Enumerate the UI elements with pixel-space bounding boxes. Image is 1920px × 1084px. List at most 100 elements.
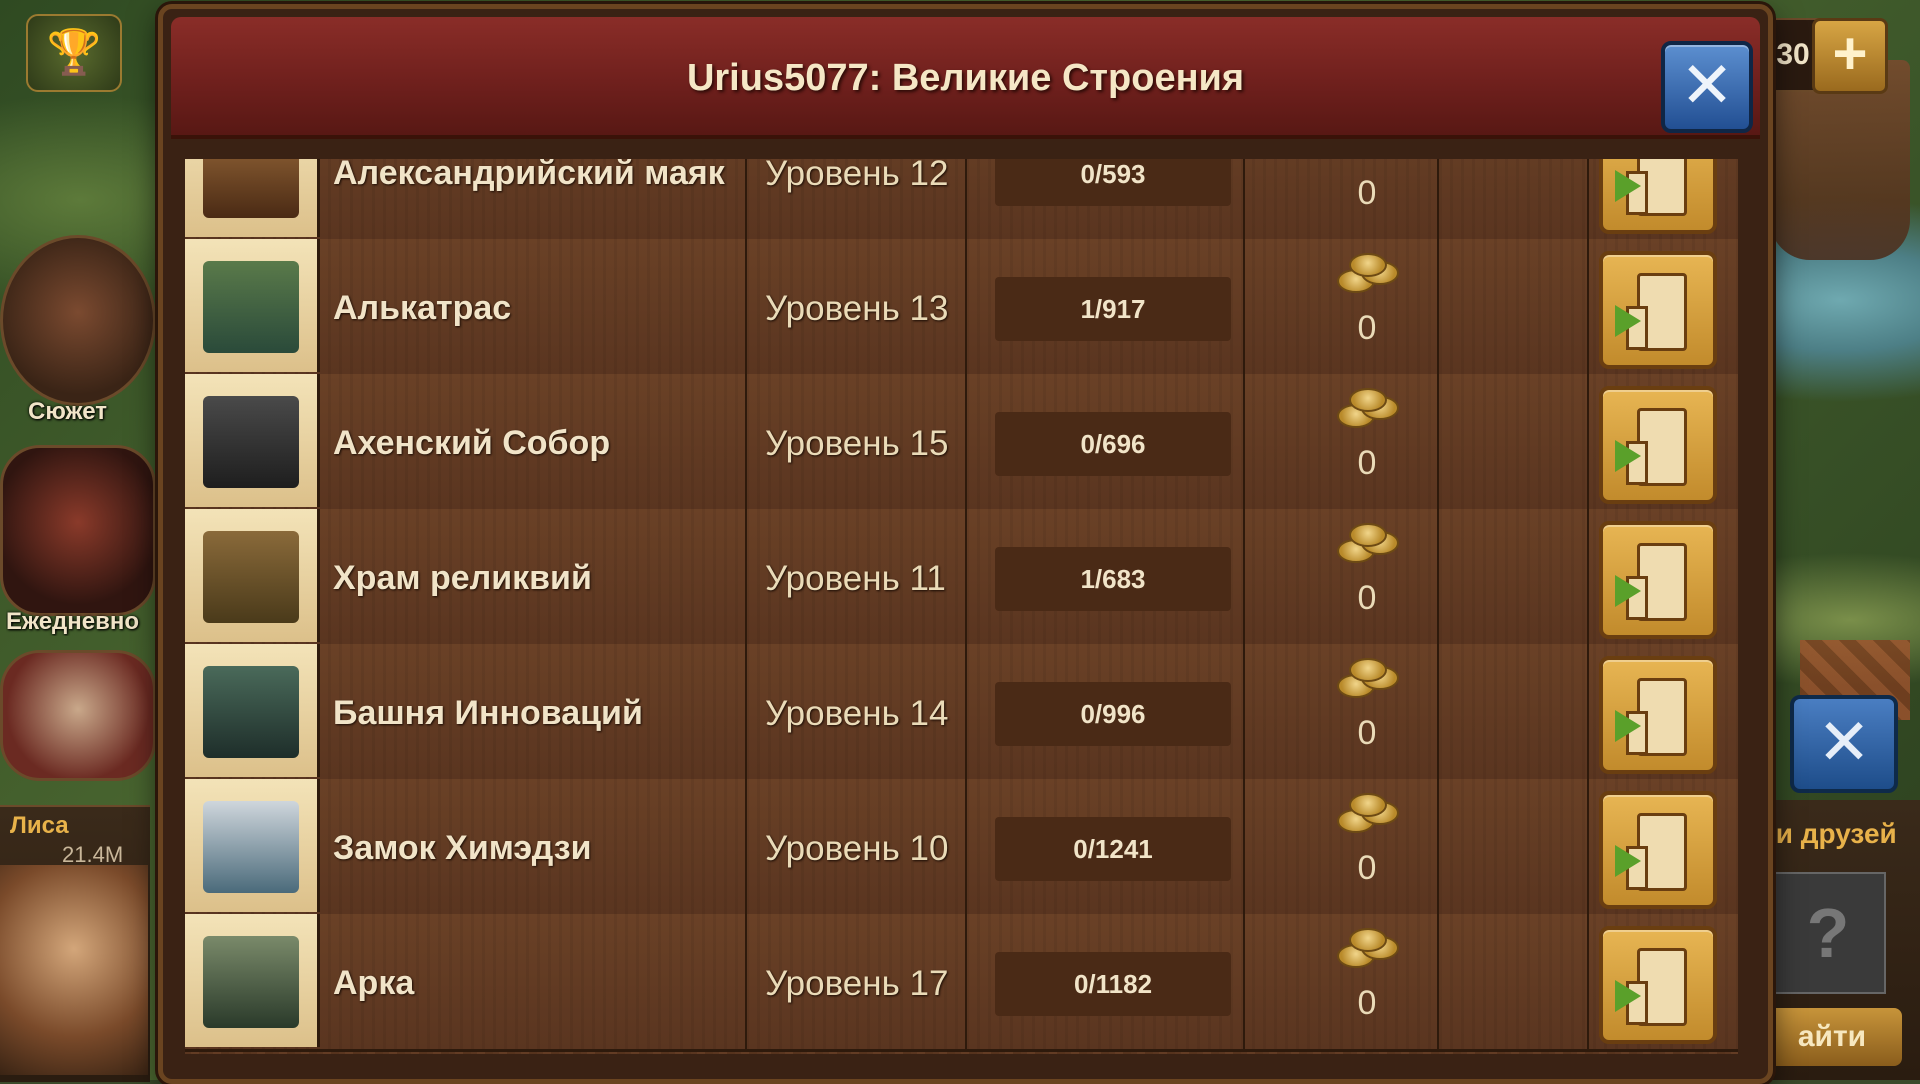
column-divider [965,779,967,914]
coins-icon [1337,523,1399,567]
column-divider [1587,239,1589,374]
column-divider [1437,644,1439,779]
column-divider [1437,159,1439,239]
arrow-icon [1615,710,1641,742]
friend-avatar[interactable] [0,865,148,1075]
forge-points-progress: 1/683 [995,547,1231,611]
dialog-title: Urius5077: Великие Строения [686,57,1245,99]
column-divider [965,644,967,779]
contribute-button[interactable] [1599,791,1717,909]
arrow-icon [1615,440,1641,472]
daily-avatar[interactable] [0,445,156,616]
arrow-icon [1615,305,1641,337]
coins-value: 0 [1357,309,1377,347]
building-level: Уровень 15 [765,424,949,463]
column-divider [745,914,747,1049]
contribute-button[interactable] [1599,521,1717,639]
contribute-button[interactable] [1599,386,1717,504]
building-thumbnail [185,159,320,237]
tower-icon [1626,159,1687,216]
contribute-button[interactable] [1599,159,1717,234]
building-level: Уровень 17 [765,964,949,1003]
building-level: Уровень 14 [765,694,949,733]
table-row: Ахенский Собор Уровень 15 0/696 0 [185,374,1738,512]
building-image [203,936,299,1028]
building-level: Уровень 12 [765,159,949,193]
table-row: Алькатрас Уровень 13 1/917 0 [185,239,1738,377]
contribute-button[interactable] [1599,251,1717,369]
building-thumbnail [185,239,320,372]
tower-icon [1626,813,1687,891]
arrow-icon [1615,170,1641,202]
table-row: Арка Уровень 17 0/1182 0 [185,914,1738,1052]
building-image [203,801,299,893]
building-thumbnail [185,374,320,507]
column-divider [745,644,747,779]
dialog-header: Urius5077: Великие Строения ✕ [171,17,1760,139]
building-image [203,666,299,758]
buildings-table[interactable]: Александрийский маяк Уровень 12 0/593 0 … [185,159,1738,1054]
coins-value: 0 [1357,849,1377,887]
table-row: Башня Инноваций Уровень 14 0/996 0 [185,644,1738,782]
close-button[interactable]: ✕ [1661,41,1753,133]
column-divider [1243,159,1245,239]
coins-icon [1337,388,1399,432]
column-divider [1587,509,1589,644]
building-name: Храм реликвий [333,559,592,597]
column-divider [745,239,747,374]
building-image [203,531,299,623]
trophy-icon[interactable]: 🏆 [26,14,122,92]
forge-points-progress: 0/1182 [995,952,1231,1016]
tower-icon [1626,408,1687,486]
tower-icon [1626,948,1687,1026]
secondary-close-button[interactable]: ✕ [1790,695,1898,793]
column-divider [745,509,747,644]
tower-icon [1626,543,1687,621]
column-divider [965,374,967,509]
player-avatar[interactable] [0,650,156,781]
story-avatar[interactable] [0,235,156,406]
close-icon: ✕ [1680,49,1734,121]
column-divider [1243,239,1245,374]
column-divider [1243,914,1245,1049]
building-image [203,396,299,488]
column-divider [1243,374,1245,509]
column-divider [965,914,967,1049]
table-row: Храм реликвий Уровень 11 1/683 0 [185,509,1738,647]
building-level: Уровень 10 [765,829,949,868]
building-name: Алькатрас [333,289,512,327]
column-divider [745,159,747,239]
great-buildings-dialog: Urius5077: Великие Строения ✕ Александри… [158,4,1773,1084]
find-friends-button[interactable]: айти [1762,1008,1902,1066]
forge-points-progress: 0/593 [995,159,1231,206]
building-name: Ахенский Собор [333,424,611,462]
column-divider [1243,779,1245,914]
unknown-friend-slot[interactable]: ? [1770,872,1886,994]
invite-friends-label: ти друзей [1762,818,1897,849]
coins-value: 0 [1357,714,1377,752]
tower-icon [1626,273,1687,351]
building-level: Уровень 13 [765,289,949,328]
daily-label: Ежедневно [6,608,140,635]
coins-icon [1337,658,1399,702]
friend-name: Лиса [10,812,69,839]
tower-icon [1626,678,1687,756]
column-divider [1437,779,1439,914]
forge-points-progress: 0/996 [995,682,1231,746]
contribute-button[interactable] [1599,656,1717,774]
coins-value: 0 [1357,174,1377,212]
building-name: Замок Химэдзи [333,829,592,867]
contribute-button[interactable] [1599,926,1717,1044]
column-divider [965,509,967,644]
building-thumbnail [185,779,320,912]
building-image [203,261,299,353]
column-divider [1587,914,1589,1049]
add-resource-button[interactable]: + [1812,18,1888,94]
column-divider [1587,374,1589,509]
column-divider [965,159,967,239]
column-divider [1437,509,1439,644]
building-thumbnail [185,644,320,777]
coins-icon [1337,159,1397,162]
coins-icon [1337,793,1399,837]
column-divider [1243,644,1245,779]
